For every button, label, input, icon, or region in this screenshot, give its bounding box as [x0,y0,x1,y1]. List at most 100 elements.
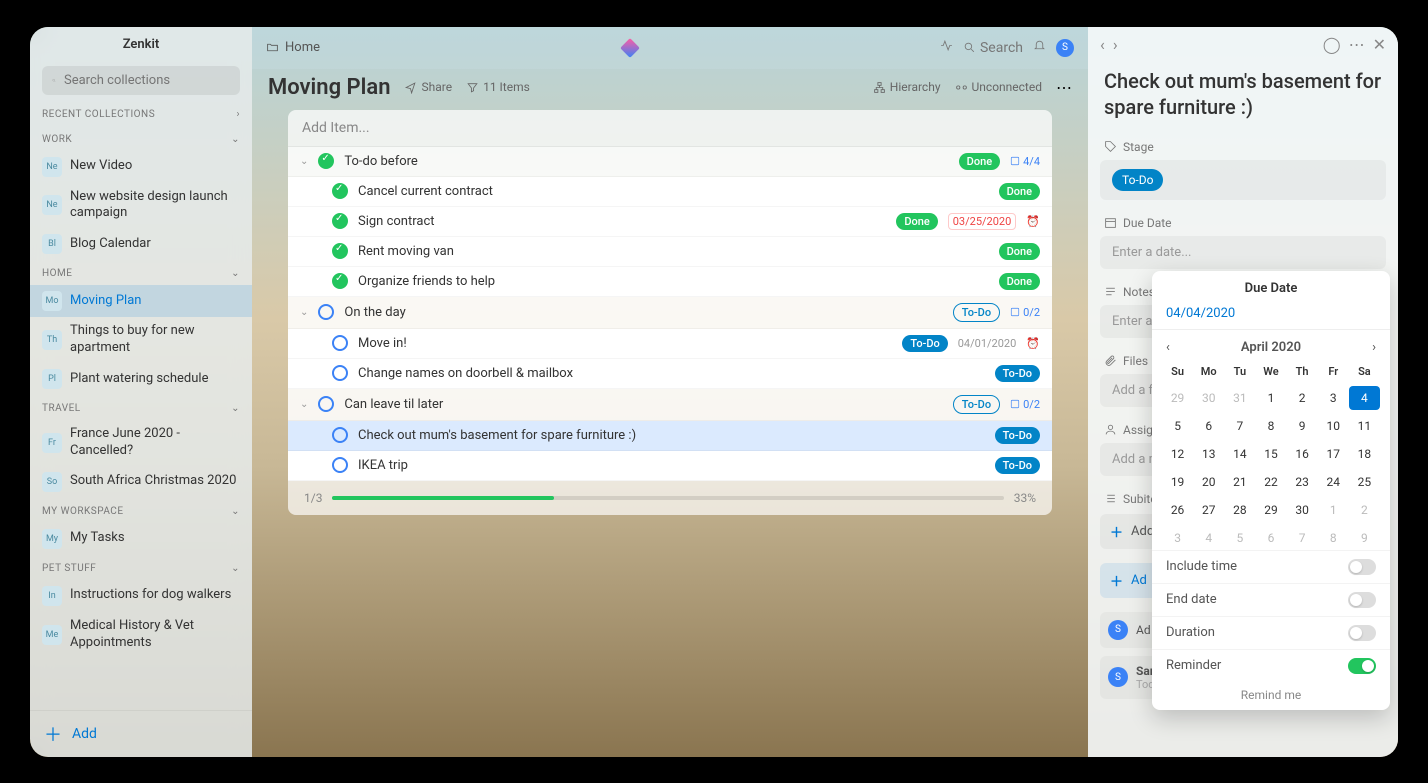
calendar-day[interactable]: 9 [1349,526,1380,550]
sidebar-item[interactable]: NeNew Video [30,151,252,183]
task-row[interactable]: Organize friends to helpDone [288,267,1052,297]
calendar-day[interactable]: 25 [1349,470,1380,494]
section-header[interactable]: Work⌄ [30,126,252,151]
calendar-day[interactable]: 14 [1224,442,1255,466]
calendar-day[interactable]: 28 [1224,498,1255,522]
prev-month-icon[interactable]: ‹ [1166,340,1170,355]
checkbox-empty-icon[interactable] [332,335,348,351]
task-group-row[interactable]: ⌄To-do beforeDone4/4 [288,147,1052,177]
month-label[interactable]: April 2020 [1241,340,1301,355]
share-button[interactable]: Share [404,80,452,94]
calendar-day[interactable]: 24 [1318,470,1349,494]
task-group-row[interactable]: ⌄Can leave til laterTo-Do0/2 [288,389,1052,421]
filter-button[interactable]: 11 Items [466,80,530,94]
toggle[interactable] [1348,658,1376,674]
reminder-option[interactable]: Reminder [1152,649,1390,682]
calendar-day[interactable]: 5 [1224,526,1255,550]
checkbox-checked-icon[interactable] [332,183,348,199]
end-date-option[interactable]: End date [1152,583,1390,616]
remind-me-link[interactable]: Remind me [1152,682,1390,702]
sidebar-item[interactable]: MeMedical History & Vet Appointments [30,612,252,658]
calendar-day[interactable]: 27 [1193,498,1224,522]
calendar-day[interactable]: 1 [1255,386,1286,410]
more-icon[interactable]: ⋯ [1056,78,1072,97]
task-row[interactable]: Rent moving vanDone [288,237,1052,267]
calendar-day[interactable]: 3 [1162,526,1193,550]
section-header[interactable]: Recent Collections› [30,101,252,126]
calendar-day[interactable]: 7 [1287,526,1318,550]
checkbox-empty-icon[interactable] [318,304,334,320]
task-row[interactable]: Sign contractDone03/25/2020⏰ [288,207,1052,237]
avatar[interactable]: S [1056,39,1074,57]
checkbox-empty-icon[interactable] [332,427,348,443]
task-row[interactable]: Cancel current contractDone [288,177,1052,207]
sidebar-item[interactable]: MoMoving Plan [30,285,252,317]
nav-next-icon[interactable]: › [1113,35,1118,54]
bell-icon[interactable] [1033,39,1046,56]
stage-pill[interactable]: To-Do [1112,169,1163,191]
task-row[interactable]: IKEA tripTo-Do [288,451,1052,481]
sidebar-item[interactable]: SoSouth Africa Christmas 2020 [30,466,252,498]
task-row[interactable]: Change names on doorbell & mailboxTo-Do [288,359,1052,389]
calendar-day[interactable]: 5 [1162,414,1193,438]
sidebar-item[interactable]: BlBlog Calendar [30,228,252,260]
search-button[interactable]: Search [963,40,1023,56]
calendar-day[interactable]: 9 [1287,414,1318,438]
task-row[interactable]: Move in!To-Do04/01/2020⏰ [288,329,1052,359]
section-header[interactable]: My Workspace⌄ [30,498,252,523]
calendar-day[interactable]: 16 [1287,442,1318,466]
unconnected-button[interactable]: Unconnected [955,80,1043,94]
calendar-day[interactable]: 11 [1349,414,1380,438]
calendar-day[interactable]: 8 [1318,526,1349,550]
chevron-down-icon[interactable]: ⌄ [300,399,308,410]
calendar-day[interactable]: 4 [1349,386,1380,410]
calendar-day[interactable]: 1 [1318,498,1349,522]
calendar-day[interactable]: 7 [1224,414,1255,438]
calendar-day[interactable]: 23 [1287,470,1318,494]
section-header[interactable]: Travel⌄ [30,395,252,420]
checkbox-checked-icon[interactable] [318,153,334,169]
toggle[interactable] [1348,559,1376,575]
sidebar-add-button[interactable]: ＋ Add [30,710,252,757]
calendar-day[interactable]: 6 [1255,526,1286,550]
calendar-day[interactable]: 2 [1349,498,1380,522]
toggle[interactable] [1348,592,1376,608]
calendar-day[interactable]: 2 [1287,386,1318,410]
calendar-day[interactable]: 29 [1255,498,1286,522]
calendar-day[interactable]: 19 [1162,470,1193,494]
hierarchy-button[interactable]: Hierarchy [873,80,941,94]
next-month-icon[interactable]: › [1372,340,1376,355]
section-header[interactable]: Home⌄ [30,260,252,285]
expand-icon[interactable]: ◯ [1323,35,1341,54]
calendar-day[interactable]: 4 [1193,526,1224,550]
due-date-field[interactable]: Enter a date... [1100,236,1386,269]
calendar-day[interactable]: 30 [1193,386,1224,410]
toggle[interactable] [1348,625,1376,641]
calendar-day[interactable]: 17 [1318,442,1349,466]
duration-option[interactable]: Duration [1152,616,1390,649]
calendar-day[interactable]: 15 [1255,442,1286,466]
checkbox-checked-icon[interactable] [332,243,348,259]
calendar-day[interactable]: 29 [1162,386,1193,410]
calendar-day[interactable]: 26 [1162,498,1193,522]
calendar-day[interactable]: 20 [1193,470,1224,494]
activity-icon[interactable] [940,39,953,56]
sidebar-item[interactable]: FrFrance June 2020 - Cancelled? [30,420,252,466]
datepicker-selected-date[interactable]: 04/04/2020 [1152,302,1390,330]
sidebar-item[interactable]: InInstructions for dog walkers [30,580,252,612]
checkbox-empty-icon[interactable] [318,396,334,412]
checkbox-checked-icon[interactable] [332,213,348,229]
include-time-option[interactable]: Include time [1152,550,1390,583]
calendar-day[interactable]: 12 [1162,442,1193,466]
sidebar-item[interactable]: NeNew website design launch campaign [30,183,252,229]
breadcrumb[interactable]: Home [266,40,320,55]
section-header[interactable]: Pet Stuff⌄ [30,555,252,580]
checkbox-checked-icon[interactable] [332,273,348,289]
calendar-day[interactable]: 3 [1318,386,1349,410]
calendar-day[interactable]: 21 [1224,470,1255,494]
checkbox-empty-icon[interactable] [332,365,348,381]
chevron-down-icon[interactable]: ⌄ [300,156,308,167]
checkbox-empty-icon[interactable] [332,457,348,473]
calendar-day[interactable]: 10 [1318,414,1349,438]
add-item-input[interactable]: Add Item... [288,110,1052,147]
